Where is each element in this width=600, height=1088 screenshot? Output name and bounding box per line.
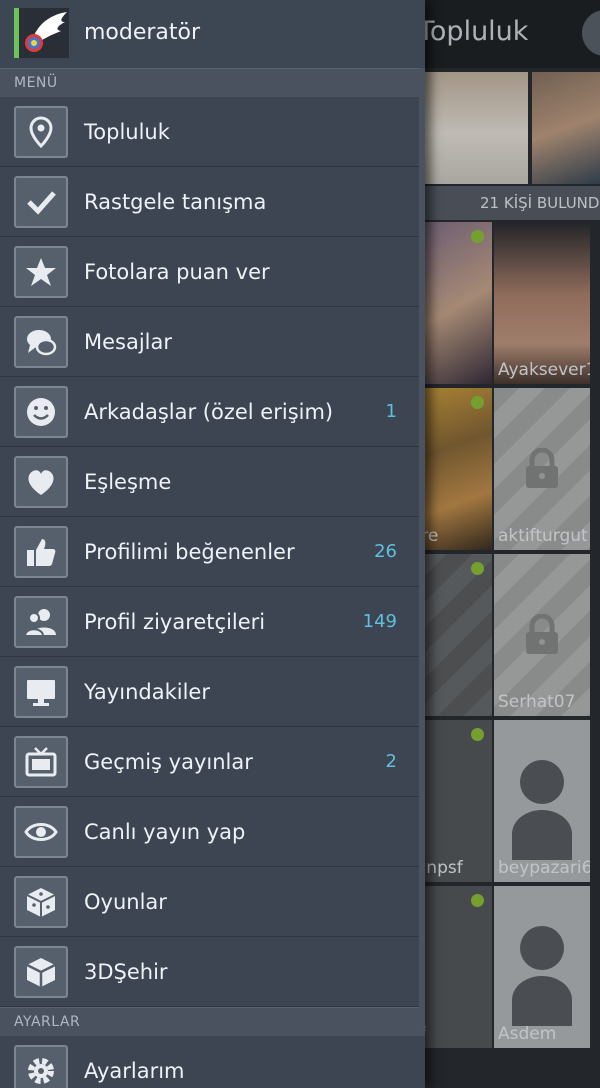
menu-item-3dsehir[interactable]: 3DŞehir: [0, 937, 425, 1007]
menu-item-mesajlar[interactable]: Mesajlar: [0, 307, 425, 377]
menu-item-label: Eşleşme: [84, 470, 172, 494]
count-badge: 149: [362, 611, 397, 632]
count-badge: 2: [385, 751, 397, 772]
menu-item-label: Profilimi beğenenler: [84, 540, 295, 564]
tv-icon: [14, 736, 68, 788]
winged-logo-icon: [25, 12, 67, 52]
menu-item-topluluk[interactable]: Topluluk: [0, 97, 425, 167]
location-pin-icon: [14, 106, 68, 158]
drawer-header[interactable]: moderatör: [0, 0, 425, 68]
menu-item-canli-yayin-yap[interactable]: Canlı yayın yap: [0, 797, 425, 867]
menu-item-label: Oyunlar: [84, 890, 167, 914]
menu-item-gecmis-yayinlar[interactable]: Geçmiş yayınlar 2: [0, 727, 425, 797]
star-icon: [14, 246, 68, 298]
heart-icon: [14, 456, 68, 508]
visitors-icon: [14, 596, 68, 648]
menu-item-label: Profil ziyaretçileri: [84, 610, 266, 634]
navigation-drawer: moderatör MENÜ Topluluk Rastgele tanışma…: [0, 0, 425, 1088]
section-menu-header: MENÜ: [0, 68, 425, 97]
menu-item-oyunlar[interactable]: Oyunlar: [0, 867, 425, 937]
section-title: AYARLAR: [14, 1014, 81, 1030]
monitor-icon: [14, 666, 68, 718]
section-settings-header: AYARLAR: [0, 1007, 425, 1036]
gear-icon: [14, 1045, 68, 1088]
menu-item-fotolara-puan-ver[interactable]: Fotolara puan ver: [0, 237, 425, 307]
menu-item-profil-ziyaretcileri[interactable]: Profil ziyaretçileri 149: [0, 587, 425, 657]
count-badge: 1: [385, 401, 397, 422]
menu-item-yayindakiler[interactable]: Yayındakiler: [0, 657, 425, 727]
menu-item-label: Arkadaşlar (özel erişim): [84, 400, 334, 424]
drawer-scrollbar[interactable]: [419, 68, 425, 1028]
avatar[interactable]: [19, 8, 69, 58]
menu-item-profilimi-begenenler[interactable]: Profilimi beğenenler 26: [0, 517, 425, 587]
menu-item-rastgele-tanisma[interactable]: Rastgele tanışma: [0, 167, 425, 237]
section-title: MENÜ: [14, 75, 58, 91]
user-name: moderatör: [84, 20, 201, 45]
menu-item-label: 3DŞehir: [84, 960, 168, 984]
menu-item-eslesme[interactable]: Eşleşme: [0, 447, 425, 517]
chat-bubbles-icon: [14, 316, 68, 368]
smiley-icon: [14, 386, 68, 438]
cube-icon: [14, 946, 68, 998]
menu-item-label: Fotolara puan ver: [84, 260, 270, 284]
menu-item-label: Geçmiş yayınlar: [84, 750, 253, 774]
menu-item-ayarlarim[interactable]: Ayarlarım: [0, 1036, 425, 1088]
menu-item-label: Yayındakiler: [84, 680, 210, 704]
menu-item-label: Rastgele tanışma: [84, 190, 267, 214]
menu-item-label: Canlı yayın yap: [84, 820, 246, 844]
menu-item-arkadaslar[interactable]: Arkadaşlar (özel erişim) 1: [0, 377, 425, 447]
menu-item-label: Topluluk: [84, 120, 170, 144]
eye-icon: [14, 806, 68, 858]
checkmark-icon: [14, 176, 68, 228]
count-badge: 26: [374, 541, 397, 562]
menu-item-label: Ayarlarım: [84, 1059, 185, 1083]
menu-item-label: Mesajlar: [84, 330, 173, 354]
thumbs-up-icon: [14, 526, 68, 578]
dice-icon: [14, 876, 68, 928]
